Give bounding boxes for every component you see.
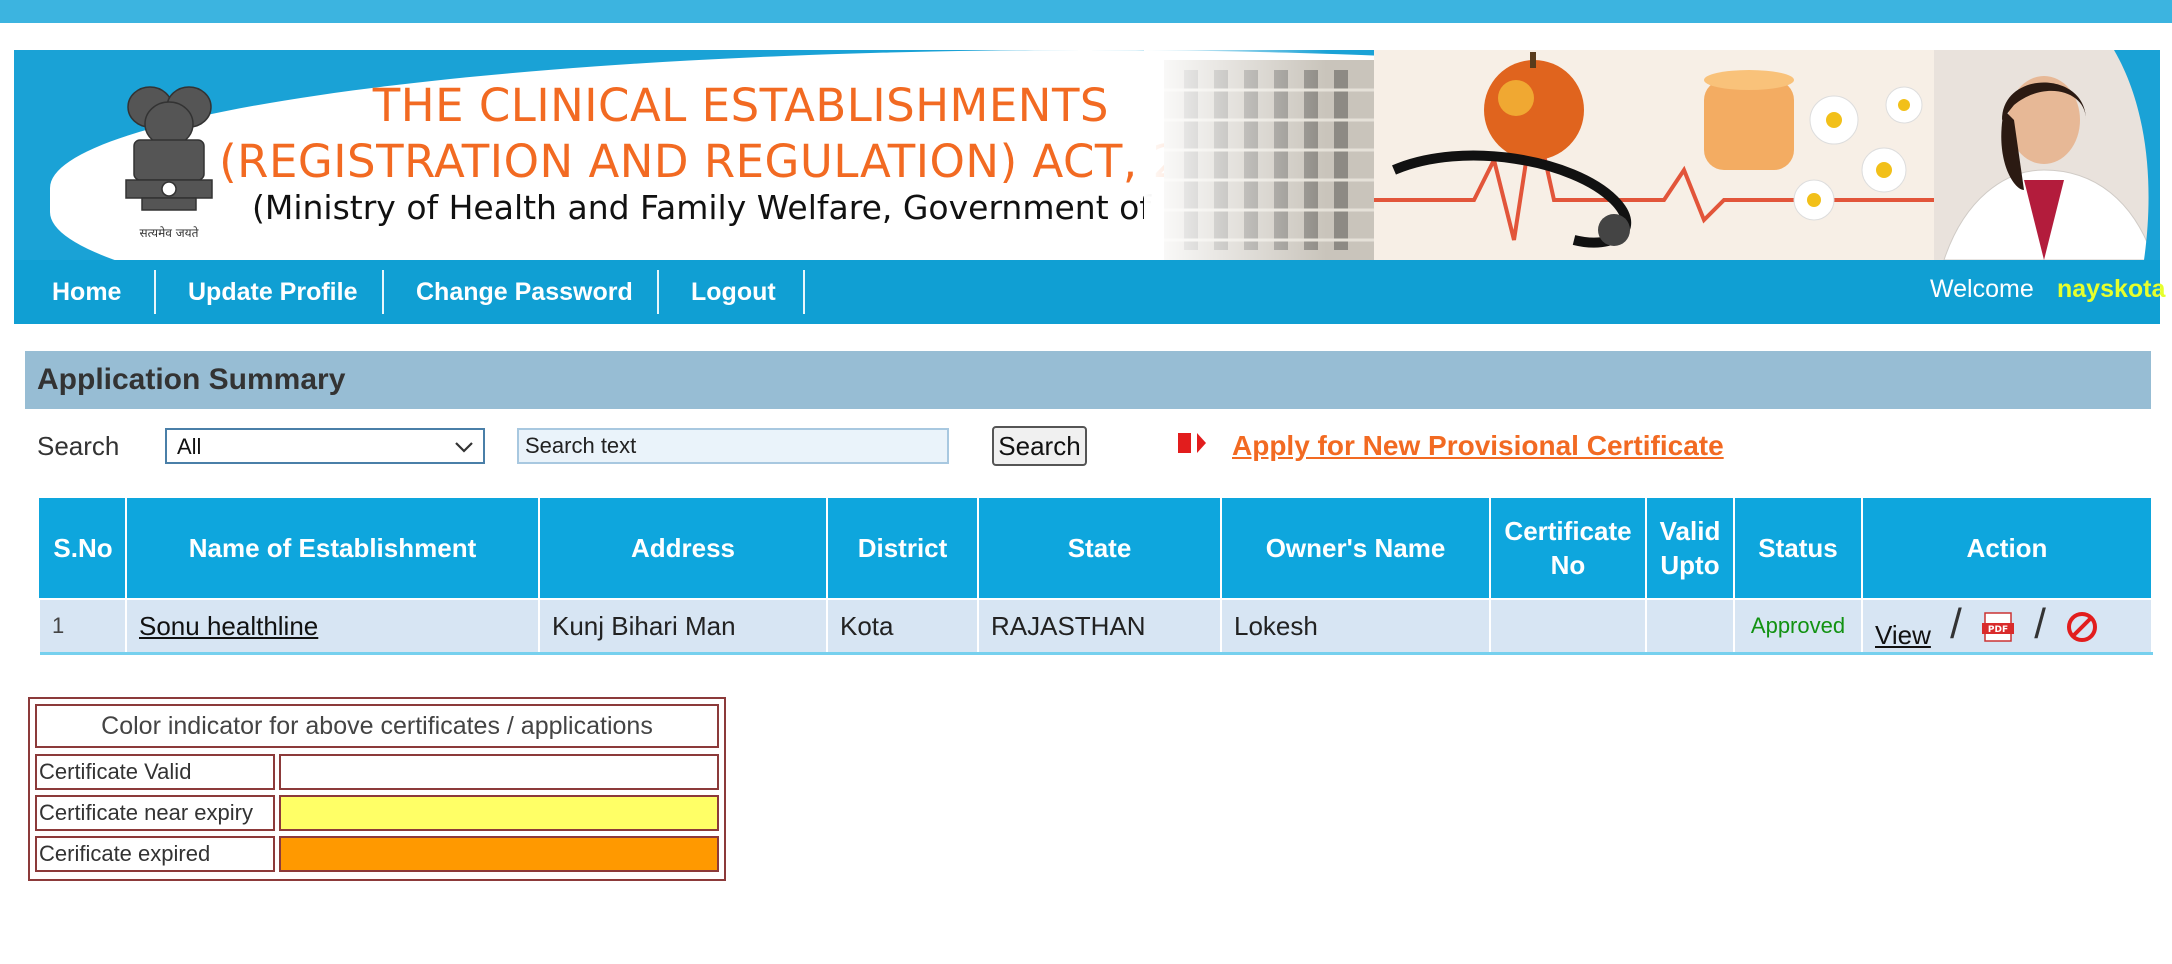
cell-state: RAJASTHAN: [978, 599, 1222, 655]
cell-sno: 1: [40, 599, 127, 655]
action-separator: /: [2034, 599, 2046, 647]
column-header-sno: S.No: [39, 496, 127, 600]
search-filter-value: All: [177, 434, 202, 459]
legend-label-valid: Certificate Valid: [35, 754, 275, 790]
action-separator: /: [1950, 599, 1962, 647]
nav-logout[interactable]: Logout: [691, 260, 776, 324]
column-header-district: District: [827, 496, 979, 600]
legend-swatch-valid: [279, 754, 719, 790]
legend-title: Color indicator for above certificates /…: [35, 704, 719, 748]
color-legend: Color indicator for above certificates /…: [28, 697, 726, 881]
welcome-label: Welcome: [1930, 275, 2034, 303]
column-header-state: State: [978, 496, 1222, 600]
legend-label-expired: Cerificate expired: [35, 836, 275, 872]
nav-divider: [154, 270, 156, 314]
nav-home[interactable]: Home: [52, 260, 121, 324]
search-filter-select[interactable]: All: [165, 428, 485, 464]
apply-new-provisional-certificate-link[interactable]: Apply for New Provisional Certificate: [1232, 426, 1724, 466]
status-badge: Approved: [1734, 599, 1863, 655]
nav-divider: [382, 270, 384, 314]
nav-update-profile[interactable]: Update Profile: [188, 260, 357, 324]
column-header-address: Address: [539, 496, 828, 600]
cell-district: Kota: [827, 599, 979, 655]
svg-text:सत्यमेव जयते: सत्यमेव जयते: [140, 226, 200, 240]
banner-title: THE CLINICAL ESTABLISHMENTS (REGISTRATIO…: [14, 78, 1269, 190]
page-title: Application Summary: [37, 363, 346, 396]
cell-name: Sonu healthline: [126, 599, 540, 655]
username-label: nayskota: [2057, 275, 2166, 303]
cell-valid-upto: [1646, 599, 1735, 655]
column-header-owner: Owner's Name: [1221, 496, 1491, 600]
search-input[interactable]: [517, 428, 949, 464]
banner-title-line1: THE CLINICAL ESTABLISHMENTS: [372, 79, 1109, 132]
table-row: 1 Sonu healthline Kunj Bihari Man Kota R…: [40, 599, 2153, 655]
site-banner: सत्यमेव जयते THE CLINICAL ESTABLISHMENTS…: [14, 50, 2160, 260]
column-header-certificate-no: Certificate No: [1490, 496, 1647, 600]
top-accent-bar: [0, 0, 2172, 23]
cell-action: View / PDF /: [1862, 599, 2153, 655]
table-header-row: S.No Name of Establishment Address Distr…: [39, 496, 2153, 600]
application-table: S.No Name of Establishment Address Distr…: [39, 496, 2153, 655]
search-button[interactable]: Search: [992, 426, 1087, 466]
view-link[interactable]: View: [1875, 620, 1931, 650]
cell-address: Kunj Bihari Man: [539, 599, 828, 655]
cell-owner: Lokesh: [1221, 599, 1491, 655]
cancel-icon[interactable]: [2065, 610, 2099, 644]
establishment-link[interactable]: Sonu healthline: [139, 611, 318, 641]
legend-swatch-near-expiry: [279, 795, 719, 831]
nav-change-password[interactable]: Change Password: [416, 260, 633, 324]
main-nav: Home Update Profile Change Password Logo…: [14, 260, 2165, 324]
summary-header: Application Summary: [25, 351, 2151, 409]
banner-title-line2: (REGISTRATION AND REGULATION) ACT, 2010: [219, 135, 1269, 188]
pdf-icon[interactable]: PDF: [1981, 612, 2015, 642]
legend-swatch-expired: [279, 836, 719, 872]
svg-text:PDF: PDF: [1988, 625, 2008, 635]
column-header-name: Name of Establishment: [126, 496, 540, 600]
arrow-marker-icon: [1178, 433, 1206, 453]
chevron-down-icon: [455, 442, 473, 453]
banner-subtitle: (Ministry of Health and Family Welfare, …: [252, 188, 1256, 227]
column-header-status: Status: [1734, 496, 1863, 600]
nav-divider: [803, 270, 805, 314]
column-header-valid-upto: Valid Upto: [1646, 496, 1735, 600]
column-header-action: Action: [1862, 496, 2153, 600]
healthcare-collage-image: [1144, 50, 2160, 260]
search-label: Search: [37, 431, 120, 461]
nav-divider: [657, 270, 659, 314]
legend-label-near-expiry: Certificate near expiry: [35, 795, 275, 831]
cell-certificate-no: [1490, 599, 1647, 655]
